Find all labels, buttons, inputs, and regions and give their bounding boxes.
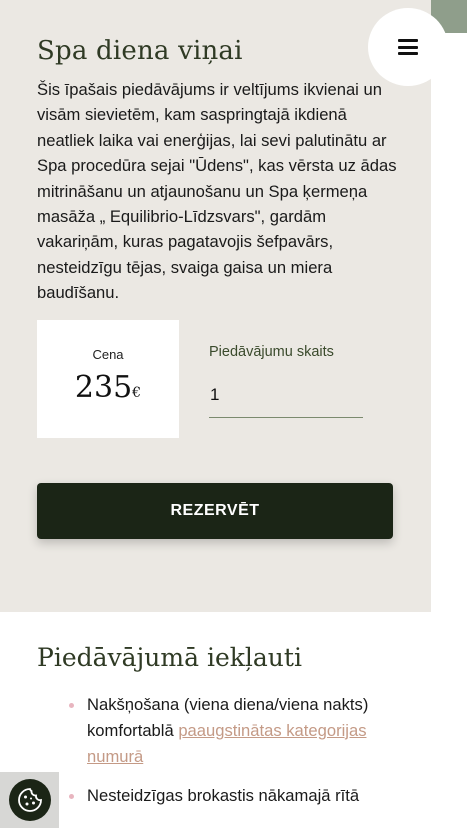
bullet-icon: [69, 703, 74, 708]
price-amount: 235: [74, 370, 133, 405]
price-box: Cena 235€: [37, 320, 179, 438]
list-item: Nesteidzīgas brokastis nākamajā rītā: [67, 783, 407, 809]
reserve-button[interactable]: REZERVĒT: [37, 483, 393, 539]
price-label: Cena: [92, 347, 124, 362]
cookie-panel: [0, 772, 59, 828]
quantity-label: Piedāvājumu skaits: [209, 344, 334, 360]
cookie-icon: [17, 788, 42, 812]
price-currency: €: [132, 385, 142, 401]
included-title: Piedāvājumā iekļauti: [37, 643, 302, 672]
price-value: 235€: [37, 370, 179, 405]
hamburger-icon: [398, 39, 418, 55]
included-list: Nakšņošana (viena diena/viena nakts) kom…: [67, 692, 407, 822]
menu-button[interactable]: [368, 8, 448, 86]
list-item: Nakšņošana (viena diena/viena nakts) kom…: [67, 692, 407, 770]
cookie-settings-button[interactable]: [8, 779, 51, 821]
bullet-icon: [69, 794, 74, 799]
list-item-text: Nesteidzīgas brokastis nākamajā rītā: [87, 786, 360, 805]
quantity-input[interactable]: [209, 372, 363, 418]
offer-description: Šis īpašais piedāvājums ir veltījums ikv…: [37, 80, 397, 303]
offer-title: Spa diena viņai: [37, 36, 243, 66]
